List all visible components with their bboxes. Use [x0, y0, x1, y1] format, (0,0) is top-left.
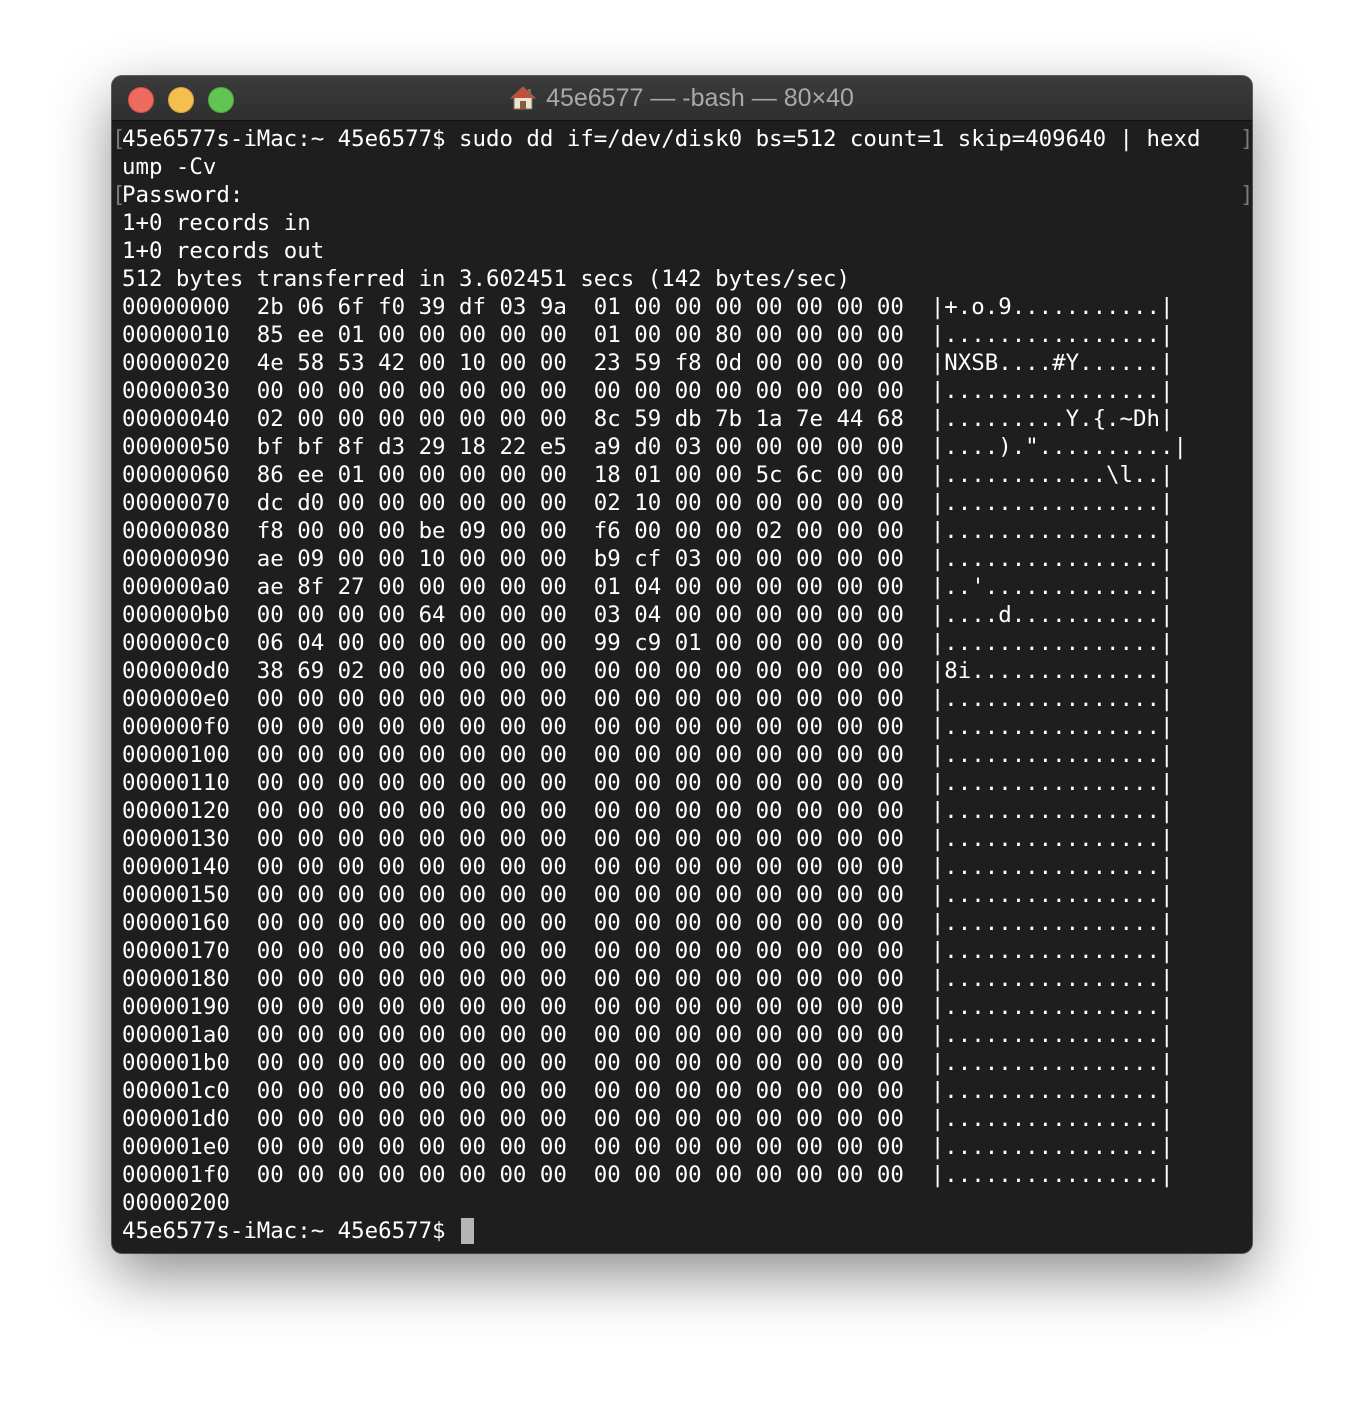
output-line: 1+0 records out	[122, 238, 325, 264]
hexdump-row: 000001b0 00 00 00 00 00 00 00 00 00 00 0…	[122, 1050, 1174, 1076]
terminal-output[interactable]: 45e6577s-iMac:~ 45e6577$ sudo dd if=/dev…	[122, 125, 1242, 1245]
home-icon	[510, 86, 537, 110]
window-title-area: 45e6577 — -bash — 80×40	[112, 76, 1252, 120]
hexdump-row: 00000060 86 ee 01 00 00 00 00 00 18 01 0…	[122, 462, 1174, 488]
hexdump-row: 000001a0 00 00 00 00 00 00 00 00 00 00 0…	[122, 1022, 1174, 1048]
hexdump-row: 000000e0 00 00 00 00 00 00 00 00 00 00 0…	[122, 686, 1174, 712]
hexdump-row: 00000050 bf bf 8f d3 29 18 22 e5 a9 d0 0…	[122, 434, 1187, 460]
title-bar[interactable]: 45e6577 — -bash — 80×40	[112, 76, 1252, 121]
hexdump-row: 00000180 00 00 00 00 00 00 00 00 00 00 0…	[122, 966, 1174, 992]
hexdump-row: 000000a0 ae 8f 27 00 00 00 00 00 01 04 0…	[122, 574, 1174, 600]
hexdump-row: 00000200	[122, 1190, 230, 1216]
command-line: 45e6577s-iMac:~ 45e6577$ sudo dd if=/dev…	[122, 126, 1201, 152]
hexdump-row: 00000150 00 00 00 00 00 00 00 00 00 00 0…	[122, 882, 1174, 908]
window-title: 45e6577 — -bash — 80×40	[546, 83, 854, 112]
terminal-window: 45e6577 — -bash — 80×40 [ ] [ ] 45e6577s…	[112, 76, 1252, 1253]
hexdump-row: 000001f0 00 00 00 00 00 00 00 00 00 00 0…	[122, 1162, 1174, 1188]
hexdump-row: 00000140 00 00 00 00 00 00 00 00 00 00 0…	[122, 854, 1174, 880]
hexdump-row: 00000170 00 00 00 00 00 00 00 00 00 00 0…	[122, 938, 1174, 964]
hexdump-row: 00000120 00 00 00 00 00 00 00 00 00 00 0…	[122, 798, 1174, 824]
hexdump-row: 00000190 00 00 00 00 00 00 00 00 00 00 0…	[122, 994, 1174, 1020]
hexdump-row: 00000110 00 00 00 00 00 00 00 00 00 00 0…	[122, 770, 1174, 796]
hexdump-row: 00000030 00 00 00 00 00 00 00 00 00 00 0…	[122, 378, 1174, 404]
hexdump-row: 00000020 4e 58 53 42 00 10 00 00 23 59 f…	[122, 350, 1174, 376]
hexdump-row: 00000160 00 00 00 00 00 00 00 00 00 00 0…	[122, 910, 1174, 936]
output-line: 512 bytes transferred in 3.602451 secs (…	[122, 266, 850, 292]
command-wrap: ump -Cv	[122, 154, 217, 180]
hexdump-row: 000001e0 00 00 00 00 00 00 00 00 00 00 0…	[122, 1134, 1174, 1160]
hexdump-row: 000001d0 00 00 00 00 00 00 00 00 00 00 0…	[122, 1106, 1174, 1132]
hexdump-row: 000000c0 06 04 00 00 00 00 00 00 99 c9 0…	[122, 630, 1174, 656]
hexdump-row: 00000040 02 00 00 00 00 00 00 00 8c 59 d…	[122, 406, 1174, 432]
output-line: 1+0 records in	[122, 210, 311, 236]
password-prompt: Password:	[122, 182, 244, 208]
hexdump-row: 00000010 85 ee 01 00 00 00 00 00 01 00 0…	[122, 322, 1174, 348]
text-cursor	[461, 1218, 475, 1244]
hexdump-row: 00000000 2b 06 6f f0 39 df 03 9a 01 00 0…	[122, 294, 1174, 320]
hexdump-row: 00000080 f8 00 00 00 be 09 00 00 f6 00 0…	[122, 518, 1174, 544]
hexdump-row: 000000f0 00 00 00 00 00 00 00 00 00 00 0…	[122, 714, 1174, 740]
hexdump-row: 000000d0 38 69 02 00 00 00 00 00 00 00 0…	[122, 658, 1174, 684]
shell-prompt: 45e6577s-iMac:~ 45e6577$	[122, 1218, 460, 1244]
hexdump-row: 00000100 00 00 00 00 00 00 00 00 00 00 0…	[122, 742, 1174, 768]
hexdump-row: 00000130 00 00 00 00 00 00 00 00 00 00 0…	[122, 826, 1174, 852]
hexdump-row: 000001c0 00 00 00 00 00 00 00 00 00 00 0…	[122, 1078, 1174, 1104]
prompt-line: 45e6577s-iMac:~ 45e6577$	[122, 1217, 1242, 1245]
hexdump-row: 00000070 dc d0 00 00 00 00 00 00 02 10 0…	[122, 490, 1174, 516]
hexdump-row: 00000090 ae 09 00 00 10 00 00 00 b9 cf 0…	[122, 546, 1174, 572]
hexdump-row: 000000b0 00 00 00 00 64 00 00 00 03 04 0…	[122, 602, 1174, 628]
